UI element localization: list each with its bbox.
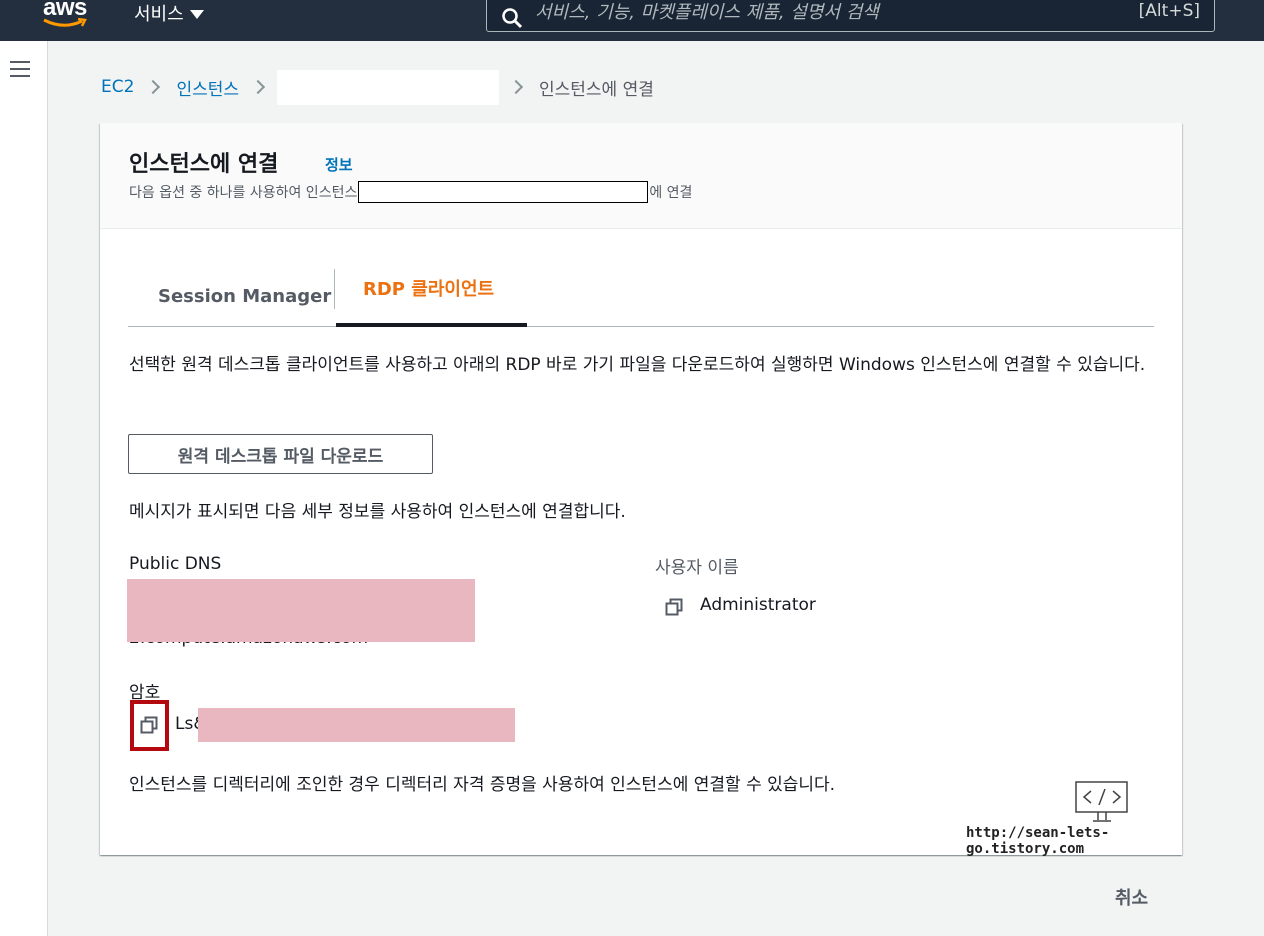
chevron-right-icon (250, 79, 266, 95)
directory-note: 인스턴스를 디렉터리에 조인한 경우 디렉터리 자격 증명을 사용하여 인스턴스… (129, 775, 836, 795)
username-value: Administrator (700, 595, 816, 615)
top-navigation: aws 서비스 [Alt+S] (0, 0, 1264, 41)
services-menu-button[interactable]: 서비스 (134, 0, 204, 26)
menu-icon[interactable] (10, 61, 30, 77)
page-title: 인스턴스에 연결 (129, 152, 279, 177)
search-icon (502, 8, 523, 29)
search-bar[interactable]: [Alt+S] (486, 0, 1215, 32)
services-label: 서비스 (134, 4, 184, 25)
watermark-url: http://sean-lets-go.tistory.com (966, 825, 1110, 857)
info-link[interactable]: 정보 (325, 154, 353, 175)
connection-tabs: Session Manager RDP 클라이언트 (128, 265, 1154, 327)
breadcrumb-ec2[interactable]: EC2 (101, 77, 134, 97)
caret-down-icon (189, 9, 204, 19)
prompt-text: 메시지가 표시되면 다음 세부 정보를 사용하여 인스턴스에 연결합니다. (129, 502, 626, 522)
search-input[interactable] (535, 0, 1115, 25)
search-shortcut-hint: [Alt+S] (1138, 1, 1200, 21)
tab-divider (334, 269, 335, 309)
download-rdp-file-button[interactable]: 원격 데스크톱 파일 다운로드 (128, 434, 433, 474)
code-monitor-icon (1075, 781, 1128, 822)
username-label: 사용자 이름 (655, 558, 739, 578)
highlight-box (130, 700, 169, 751)
active-tab-indicator (336, 323, 527, 327)
redacted-public-dns (127, 579, 475, 642)
chevron-right-icon (508, 79, 524, 95)
chevron-right-icon (146, 79, 161, 95)
copy-icon[interactable] (665, 598, 683, 616)
description-prefix: 다음 옵션 중 하나를 사용하여 인스턴스 (129, 185, 358, 201)
redacted-instance-id (277, 69, 499, 105)
tab-rdp-client[interactable]: RDP 클라이언트 (363, 257, 494, 319)
cancel-button[interactable]: 취소 (1115, 884, 1148, 910)
description-suffix: 에 연결 (649, 185, 693, 201)
public-dns-label: Public DNS (129, 554, 222, 574)
aws-smile-icon (43, 18, 87, 27)
redacted-password (198, 708, 515, 742)
side-navigation (0, 41, 48, 936)
breadcrumb-instances[interactable]: 인스턴스 (176, 75, 239, 100)
redacted-instance-name (358, 181, 649, 203)
rdp-intro-text: 선택한 원격 데스크톱 클라이언트를 사용하고 아래의 RDP 바로 가기 파일… (129, 355, 1146, 375)
tab-session-manager[interactable]: Session Manager (158, 265, 331, 327)
panel-header: 인스턴스에 연결 정보 다음 옵션 중 하나를 사용하여 인스턴스 에 연결 (100, 123, 1182, 229)
panel-description: 다음 옵션 중 하나를 사용하여 인스턴스 에 연결 (129, 181, 692, 203)
connect-instance-panel: 인스턴스에 연결 정보 다음 옵션 중 하나를 사용하여 인스턴스 에 연결 S… (100, 123, 1182, 857)
breadcrumb-current: 인스턴스에 연결 (539, 79, 654, 100)
breadcrumb: EC2 인스턴스 인스턴스에 연결 (101, 69, 654, 105)
